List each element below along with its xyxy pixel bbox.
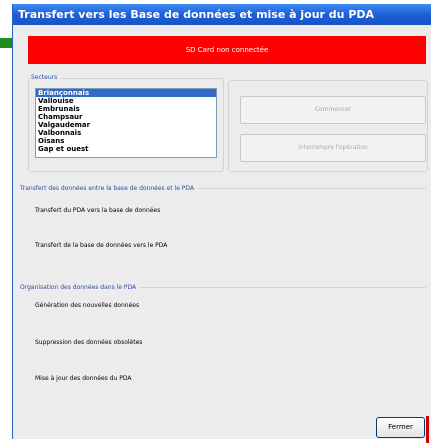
secteurs-listbox[interactable]: Briançonnais Vallouise Embrunais Champsa… [35,88,217,158]
green-status-marker [0,38,12,48]
organisation-section-label: Organisation des données dans le PDA [20,284,140,291]
generation-donnees: Génération des nouvelles données [35,302,140,309]
mise-a-jour-pda: Mise à jour des données du PDA [35,375,132,382]
secteur-item[interactable]: Oisans [36,137,216,145]
transfer-window: Transfert vers les Base de données et mi… [12,4,431,443]
commencer-button[interactable]: Commencer [240,96,426,124]
secteur-item[interactable]: Gap et ouest [36,145,216,153]
suppression-donnees: Suppression des données obsolètes [35,339,143,346]
secteur-item[interactable]: Valbonnais [36,129,216,137]
secteurs-label: Secteurs [31,74,61,81]
window-title: Transfert vers les Base de données et mi… [13,4,431,25]
secteur-item[interactable]: Vallouise [36,97,216,105]
secteur-item[interactable]: Champsaur [36,113,216,121]
transfert-pda-vers-bd: Transfert du PDA vers la base de données [35,207,161,214]
sd-card-status-banner: SD Card non connectée [28,36,426,64]
secteur-item[interactable]: Valgaudemar [36,121,216,129]
transfert-section-label: Transfert des données entre la base de d… [20,185,198,192]
interrompre-button[interactable]: Interrompre l'opération [240,134,426,162]
secteur-item[interactable]: Embrunais [36,105,216,113]
secteur-item[interactable]: Briançonnais [36,89,216,97]
transfert-bd-vers-pda: Transfert de la base de données vers le … [35,242,168,249]
fermer-button[interactable]: Fermer [376,417,425,438]
